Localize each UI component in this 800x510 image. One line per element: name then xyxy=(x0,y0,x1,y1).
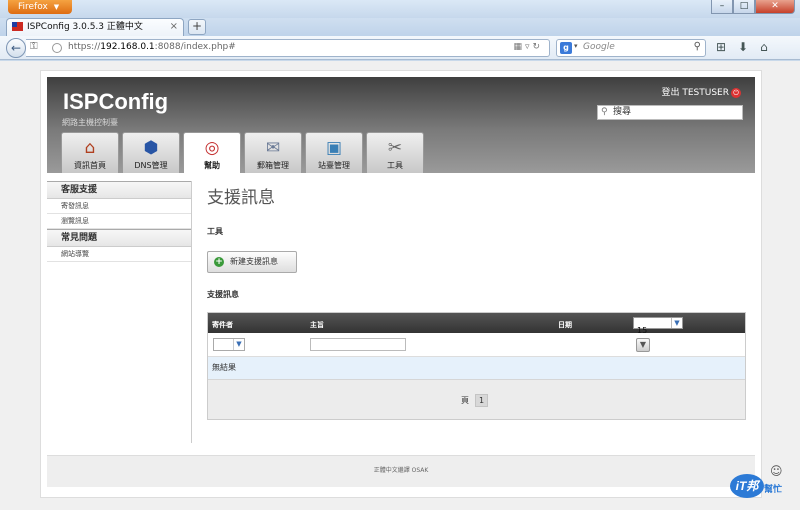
lifebuoy-icon: ◎ xyxy=(204,138,220,158)
tab-label: 幫助 xyxy=(204,161,220,170)
dns-icon: ⬢ xyxy=(143,138,159,158)
new-button-label: 新建支援訊息 xyxy=(230,257,278,266)
tab-title: ISPConfig 3.0.5.3 正體中文 xyxy=(27,22,143,32)
identity-key-icon[interactable]: ⚿ xyxy=(30,41,38,52)
toolbar-icons[interactable]: ⊞⬇⌂ xyxy=(716,40,780,54)
column-subject[interactable]: 主旨 xyxy=(310,320,324,330)
logout-link[interactable]: 登出 TESTUSER ⏻ xyxy=(661,85,741,98)
tab-help[interactable]: ◎ 幫助 xyxy=(183,132,241,173)
app-search-input[interactable]: ⚲ 搜尋 xyxy=(597,105,743,120)
tab-sites[interactable]: ▣ 站臺管理 xyxy=(305,132,363,173)
app-header: ISPConfig 網路主機控制臺 登出 TESTUSER ⏻ ⚲ 搜尋 ⌂ 資訊… xyxy=(47,77,755,173)
pager-label: 頁 xyxy=(461,396,469,405)
smiley-face-icon: ☺ xyxy=(770,464,783,478)
dropdown-caret-icon: ▼ xyxy=(53,3,60,11)
tab-dns[interactable]: ⬢ DNS管理 xyxy=(122,132,180,173)
browser-tab[interactable]: ISPConfig 3.0.5.3 正體中文 × xyxy=(6,18,184,36)
ispconfig-container: ISPConfig 網路主機控制臺 登出 TESTUSER ⏻ ⚲ 搜尋 ⌂ 資訊… xyxy=(40,70,762,498)
sender-filter-select[interactable]: ▼ xyxy=(213,338,245,351)
main-nav: ⌂ 資訊首頁 ⬢ DNS管理 ◎ 幫助 ✉ 郵箱管理 ▣ 站臺管理 ✂ 工具 xyxy=(61,132,427,173)
browser-search-bar[interactable]: g ▾ Google ⚲ xyxy=(556,39,706,57)
maximize-button[interactable]: □ xyxy=(733,0,755,14)
per-page-select[interactable]: 15 ▼ xyxy=(633,317,683,335)
tab-label: 郵箱管理 xyxy=(257,161,289,170)
tab-strip: ISPConfig 3.0.5.3 正體中文 × + xyxy=(0,18,800,36)
chevron-down-icon: ▼ xyxy=(233,339,244,350)
sidebar-section-support: 客服支援 xyxy=(47,181,191,199)
web-page: ISPConfig 網路主機控制臺 登出 TESTUSER ⏻ ⚲ 搜尋 ⌂ 資訊… xyxy=(0,61,800,510)
sidebar-section-faq: 常見問題 xyxy=(47,229,191,247)
tab-label: DNS管理 xyxy=(134,161,168,170)
sidebar-item-send-message[interactable]: 寄發訊息 xyxy=(47,199,191,214)
list-heading: 支援訊息 xyxy=(207,290,239,299)
ithelp-watermark: ☺ iT邦 幫忙 xyxy=(730,464,796,506)
tools-icon: ✂ xyxy=(387,138,403,158)
column-date[interactable]: 日期 xyxy=(558,320,572,330)
sidebar-item-site-guide[interactable]: 網站導覽 xyxy=(47,247,191,262)
page-title: 支援訊息 xyxy=(207,188,275,208)
close-window-button[interactable]: ✕ xyxy=(755,0,795,14)
filter-row: ▼ ▼ xyxy=(208,333,745,357)
messages-table: 寄件者 主旨 日期 15 ▼ ▼ ▼ 無結果 頁 1 xyxy=(207,312,746,420)
engine-caret-icon[interactable]: ▾ xyxy=(574,42,578,50)
search-placeholder: Google xyxy=(583,42,615,52)
pagination-row: 頁1 xyxy=(208,380,745,419)
page-footer: 正體中文繼譯 OSAK xyxy=(47,455,755,487)
page-number-button[interactable]: 1 xyxy=(475,394,488,407)
tab-home[interactable]: ⌂ 資訊首頁 xyxy=(61,132,119,173)
tab-label: 站臺管理 xyxy=(318,161,350,170)
tools-heading: 工具 xyxy=(207,227,223,236)
column-sender[interactable]: 寄件者 xyxy=(212,320,233,330)
pager: 頁1 xyxy=(461,394,488,407)
search-magnifier-icon[interactable]: ⚲ xyxy=(694,41,701,52)
flag-favicon-icon xyxy=(12,22,23,31)
watermark-logo: iT邦 xyxy=(730,474,764,498)
home-icon: ⌂ xyxy=(84,138,96,158)
site-icon: ▣ xyxy=(325,138,343,158)
mail-icon: ✉ xyxy=(265,138,281,158)
power-icon[interactable]: ⏻ xyxy=(731,88,741,98)
url-bar[interactable]: ⚿ https://192.168.0.1:8088/index.php# ▦▿… xyxy=(26,39,550,57)
watermark-text: 幫忙 xyxy=(764,485,783,495)
window-titlebar: Firefox ▼ – □ ✕ xyxy=(0,0,800,18)
sidebar: 客服支援 寄發訊息 瀏覽訊息 常見問題 網站導覽 xyxy=(47,181,192,443)
firefox-menu-label: Firefox xyxy=(18,2,48,12)
app-subtitle: 網路主機控制臺 xyxy=(62,118,118,127)
minimize-button[interactable]: – xyxy=(711,0,733,14)
back-button[interactable]: ← xyxy=(6,38,26,58)
app-logo: ISPConfig xyxy=(63,89,169,114)
google-engine-icon[interactable]: g xyxy=(560,42,572,54)
table-header: 寄件者 主旨 日期 15 ▼ xyxy=(208,313,745,335)
tab-tools[interactable]: ✂ 工具 xyxy=(366,132,424,173)
url-text: https://192.168.0.1:8088/index.php# xyxy=(68,42,236,52)
tab-label: 資訊首頁 xyxy=(74,161,106,170)
navigation-toolbar: ← ⚿ https://192.168.0.1:8088/index.php# … xyxy=(0,36,800,60)
url-tools-icons[interactable]: ▦▿↻ xyxy=(513,42,543,52)
sidebar-item-view-messages[interactable]: 瀏覽訊息 xyxy=(47,214,191,229)
plus-icon: + xyxy=(214,257,224,267)
tab-mail[interactable]: ✉ 郵箱管理 xyxy=(244,132,302,173)
search-icon: ⚲ xyxy=(601,107,608,117)
window-controls: – □ ✕ xyxy=(711,0,795,14)
filter-funnel-icon[interactable]: ▼ xyxy=(636,338,650,352)
subject-filter-input[interactable] xyxy=(310,338,406,351)
new-tab-button[interactable]: + xyxy=(188,19,206,35)
search-text: 搜尋 xyxy=(613,107,632,117)
firefox-menu-button[interactable]: Firefox ▼ xyxy=(8,0,72,14)
chevron-down-icon: ▼ xyxy=(671,318,682,328)
tab-label: 工具 xyxy=(387,161,403,170)
new-support-message-button[interactable]: + 新建支援訊息 xyxy=(207,251,297,273)
tab-close-icon[interactable]: × xyxy=(170,19,178,35)
empty-result-row: 無結果 xyxy=(208,357,745,380)
site-globe-icon xyxy=(52,43,62,53)
logout-label: 登出 TESTUSER xyxy=(661,88,730,98)
